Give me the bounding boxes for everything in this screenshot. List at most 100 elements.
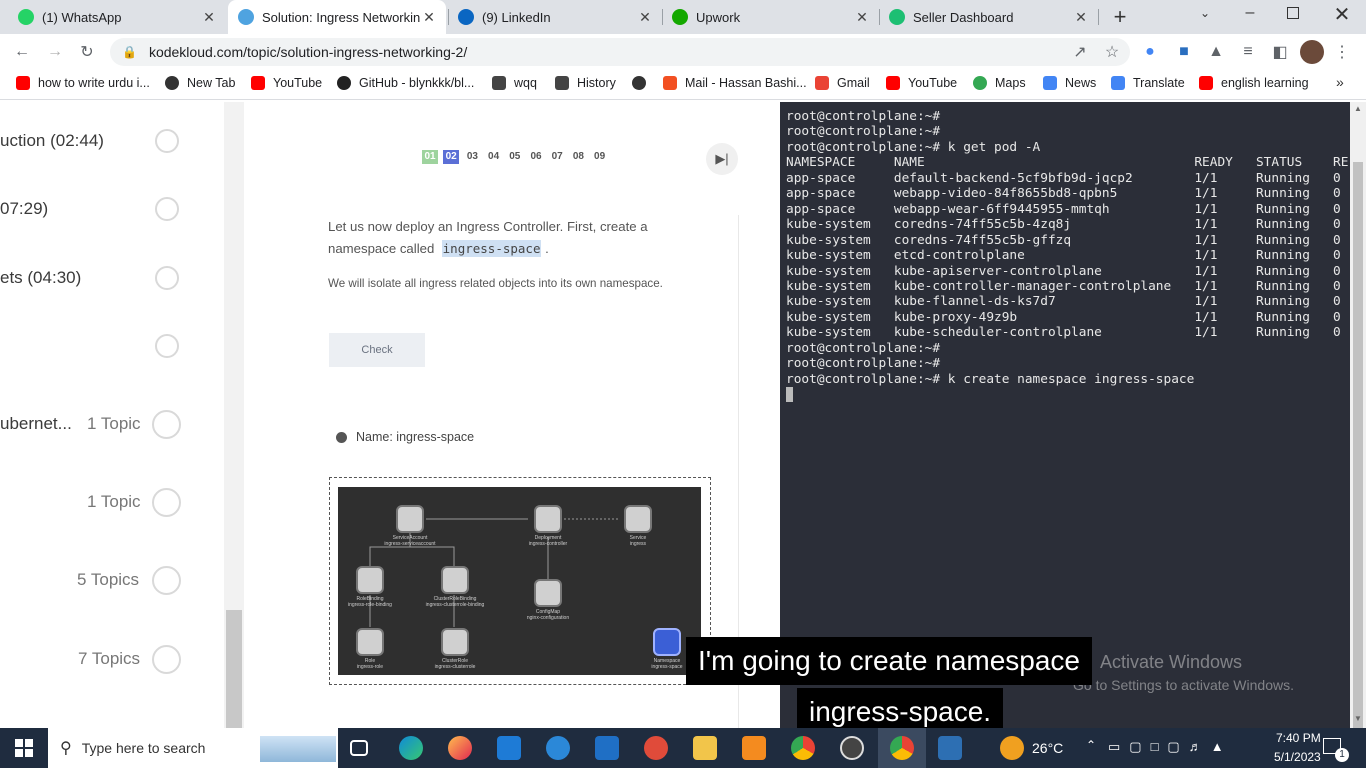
tab-title: (9) LinkedIn <box>482 9 551 25</box>
settings-app-icon[interactable] <box>742 736 766 760</box>
taskbar-search[interactable]: ⚲ Type here to search <box>48 728 338 768</box>
phone-link-icon[interactable] <box>546 736 570 760</box>
terminal[interactable]: root@controlplane:~# root@controlplane:~#… <box>780 102 1350 728</box>
step-02[interactable]: 02 <box>443 150 460 164</box>
instruction-text: Let us now deploy an Ingress Controller.… <box>328 216 698 260</box>
bookmarks-overflow-icon[interactable]: » <box>1336 74 1344 90</box>
back-arrow-icon[interactable]: ← <box>11 41 33 63</box>
terminal-line: kube-system etcd-controlplane 1/1 Runnin… <box>786 248 1341 264</box>
clock-date[interactable]: 5/1/2023 <box>1274 750 1321 764</box>
extensions-puzzle-icon[interactable]: ▲ <box>1205 41 1227 63</box>
photos-icon[interactable] <box>938 736 962 760</box>
new-tab-button[interactable]: + <box>1108 5 1132 29</box>
download-icon <box>492 76 506 90</box>
sidebar-module[interactable]: ets (04:30) <box>0 259 224 299</box>
microphone-extension-icon[interactable]: ● <box>1139 41 1161 63</box>
bookmark-item[interactable]: Mail - Hassan Bashi... <box>663 76 807 90</box>
tab-close-icon[interactable]: ✕ <box>853 9 871 26</box>
node-subtitle: ingress-role-binding <box>348 602 392 608</box>
scroll-up-icon[interactable]: ▲ <box>1354 104 1362 113</box>
profile-avatar[interactable] <box>1300 40 1324 64</box>
bookmark-item[interactable]: Translate <box>1111 76 1185 90</box>
bookmark-star-icon[interactable]: ☆ <box>1101 41 1123 63</box>
bookmark-item[interactable]: YouTube <box>251 76 322 90</box>
bookmark-item[interactable]: Gmail <box>815 76 870 90</box>
step-08[interactable]: 08 <box>570 150 586 164</box>
clock-time[interactable]: 7:40 PM <box>1276 731 1321 745</box>
tray-icons[interactable]: ▭▢□▢♬▲ <box>1108 739 1233 755</box>
caption-line-1: I'm going to create namespace <box>686 637 1093 685</box>
bookmark-item[interactable]: YouTube <box>886 76 957 90</box>
edge-icon[interactable] <box>399 736 423 760</box>
weather-temp[interactable]: 26°C <box>1032 740 1063 756</box>
forward-arrow-icon[interactable]: → <box>44 41 66 63</box>
download-extension-icon[interactable]: ■ <box>1173 41 1195 63</box>
bookmark-item[interactable]: News <box>1043 76 1096 90</box>
sidebar-module[interactable]: 7 Topics <box>0 640 224 680</box>
side-panel-icon[interactable]: ◧ <box>1269 41 1291 63</box>
bookmark-item[interactable]: New Tab <box>165 76 235 90</box>
minimize-button[interactable]: – <box>1240 4 1260 24</box>
chrome-icon[interactable] <box>791 736 815 760</box>
step-05[interactable]: 05 <box>507 150 523 164</box>
clusterrole-node-icon <box>441 628 469 656</box>
tab-1[interactable]: (1) WhatsApp ✕ <box>8 0 226 34</box>
tray-chevron-icon[interactable]: ⌃ <box>1086 738 1096 752</box>
step-04[interactable]: 04 <box>486 150 502 164</box>
bookmark-item[interactable]: english learning <box>1199 76 1309 90</box>
close-window-button[interactable]: ✕ <box>1332 2 1352 26</box>
step-01[interactable]: 01 <box>422 150 438 164</box>
sidebar-scrollbar[interactable] <box>226 610 242 728</box>
tab-2[interactable]: Solution: Ingress Networking ✕ <box>228 0 446 34</box>
tab-search-icon[interactable]: ⌄ <box>1196 6 1214 24</box>
sidebar-module[interactable]: 5 Topics <box>0 561 224 601</box>
step-06[interactable]: 06 <box>528 150 544 164</box>
bookmark-item[interactable]: Maps <box>973 76 1026 90</box>
chrome-active-icon[interactable] <box>890 736 914 760</box>
tab-close-icon[interactable]: ✕ <box>420 9 438 26</box>
camera-app-icon[interactable] <box>840 736 864 760</box>
scroll-down-icon[interactable]: ▼ <box>1354 714 1362 723</box>
sidebar-module[interactable]: ubernet... 1 Topic <box>0 405 224 445</box>
sidebar-module[interactable]: 07:29) <box>0 190 224 230</box>
tab-close-icon[interactable]: ✕ <box>1072 9 1090 26</box>
tab-close-icon[interactable]: ✕ <box>200 9 218 26</box>
sidebar-module[interactable] <box>0 327 224 367</box>
media-control-icon[interactable]: ≡ <box>1237 41 1259 63</box>
bookmark-item[interactable] <box>632 76 654 90</box>
restore-button[interactable] <box>1287 7 1299 19</box>
tab-5[interactable]: Seller Dashboard ✕ <box>879 0 1098 34</box>
share-icon[interactable]: ↗ <box>1069 41 1091 63</box>
service-node-icon <box>624 505 652 533</box>
step-09[interactable]: 09 <box>592 150 608 164</box>
app-swirl-icon[interactable] <box>644 736 668 760</box>
step-03[interactable]: 03 <box>464 150 480 164</box>
skip-forward-button[interactable]: ▶| <box>706 143 738 175</box>
file-explorer-icon[interactable] <box>693 736 717 760</box>
bookmark-item[interactable]: wqq <box>492 76 537 90</box>
tab-3[interactable]: (9) LinkedIn ✕ <box>448 0 662 34</box>
reload-icon[interactable]: ↻ <box>76 41 98 63</box>
mail-icon[interactable] <box>595 736 619 760</box>
youtube-icon <box>1199 76 1213 90</box>
tab-close-icon[interactable]: ✕ <box>636 9 654 26</box>
diagram-node-label: Role ingress-role <box>330 658 410 670</box>
task-view-icon[interactable] <box>350 740 368 756</box>
store-icon[interactable] <box>497 736 521 760</box>
terminal-scrollbar[interactable]: ▲ ▼ <box>1350 102 1366 768</box>
terminal-line: root@controlplane:~# <box>786 340 941 356</box>
check-button[interactable]: Check <box>329 333 425 367</box>
sidebar-module[interactable]: uction (02:44) <box>0 122 224 162</box>
bookmark-item[interactable]: History <box>555 76 616 90</box>
address-bar[interactable]: 🔒 kodekloud.com/topic/solution-ingress-n… <box>110 38 1130 66</box>
sidebar-module[interactable]: 1 Topic <box>0 483 224 523</box>
terminal-line: kube-system kube-controller-manager-cont… <box>786 278 1341 294</box>
start-windows-icon[interactable] <box>15 739 33 757</box>
bookmark-item[interactable]: GitHub - blynkkk/bl... <box>337 76 474 90</box>
step-07[interactable]: 07 <box>549 150 565 164</box>
browser-menu-icon[interactable]: ⋮ <box>1331 41 1353 63</box>
firefox-icon[interactable] <box>448 736 472 760</box>
tab-4[interactable]: Upwork ✕ <box>662 0 879 34</box>
bookmark-item[interactable]: how to write urdu i... <box>16 76 150 90</box>
terminal-scroll-thumb[interactable] <box>1353 162 1363 768</box>
